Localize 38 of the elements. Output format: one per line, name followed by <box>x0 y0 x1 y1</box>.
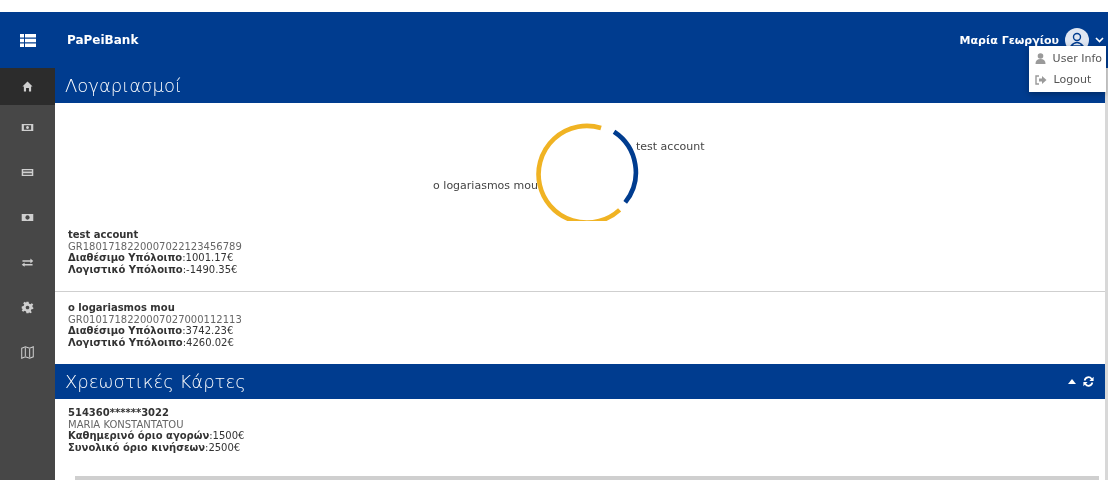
account-iban: GR0101718220007027000112113 <box>68 313 243 325</box>
banknote-icon <box>21 121 34 134</box>
card-entry[interactable]: 514360******3022 MARIA KONSTANTATOU Καθημερινό όριο αγορών:1500€ Συνολικό όριο κινήσεων:2500€ <box>55 399 1105 461</box>
card-number: 514360******3022 <box>68 407 170 419</box>
section-title: Χρεωστικές Κάρτες <box>65 371 246 392</box>
card-icon <box>21 166 34 179</box>
user-name[interactable]: Μαρία Γεωργίου <box>959 33 1059 47</box>
balance-text: Διαθέσιμο Υπόλοιπο:3742.23€ <box>68 325 235 337</box>
chart-label: test account <box>636 140 705 153</box>
user-icon <box>1034 53 1046 64</box>
balance-text: Λογιστικό Υπόλοιπο:-1490.35€ <box>68 263 239 275</box>
account-iban: GR1801718220007022123456789 <box>68 240 243 252</box>
balance-text: Λογιστικό Υπόλοιπο:4260.02€ <box>68 336 235 348</box>
logout-icon <box>1034 74 1047 85</box>
arrows-icon <box>21 256 34 269</box>
refresh-icon[interactable] <box>1082 375 1095 388</box>
menu-item[interactable]: Logout <box>1028 69 1106 90</box>
account-name: o logariasmos mou <box>68 302 176 314</box>
account-entry[interactable]: test account GR1801718220007022123456789 Διαθέσιμο Υπόλοιπο:1001.17€ Λογιστικό Υπόλοιπο:-1490.35€ <box>55 221 1105 283</box>
horizontal-scrollbar[interactable] <box>75 476 1099 480</box>
menu-icon[interactable] <box>19 33 36 47</box>
balance-text: Διαθέσιμο Υπόλοιπο:1001.17€ <box>68 252 235 264</box>
sidebar-item[interactable] <box>0 68 55 105</box>
limit-text: Συνολικό όριο κινήσεων:2500€ <box>68 441 242 453</box>
card-holder: MARIA KONSTANTATOU <box>68 418 185 430</box>
brand-name[interactable]: PaPeiBank <box>67 33 139 47</box>
menu-item[interactable]: User Info <box>1028 48 1106 69</box>
section-title: Λογαριασμοί <box>65 75 182 96</box>
chart-label: o logariasmos mou <box>433 179 538 192</box>
collapse-icon[interactable] <box>1068 379 1076 384</box>
account-name: test account <box>68 229 140 241</box>
chevron-down-icon[interactable] <box>1095 37 1104 43</box>
map-icon <box>21 346 34 359</box>
banknote-icon <box>21 211 34 224</box>
home-icon <box>21 80 34 93</box>
limit-text: Καθημερινό όριο αγορών:1500€ <box>68 430 246 442</box>
settings-icon <box>21 301 34 314</box>
account-entry[interactable]: o logariasmos mou GR0101718220007027000112113 Διαθέσιμο Υπόλοιπο:3742.23€ Λογιστικό Υπόλοιπο:4260.02€ <box>55 291 1105 356</box>
